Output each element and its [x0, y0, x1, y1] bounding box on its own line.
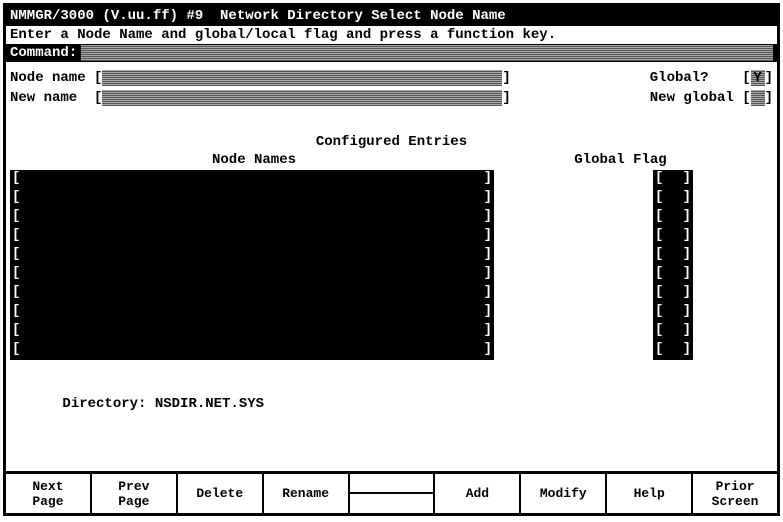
entry-row: [] []	[10, 303, 773, 322]
entry-row: [] []	[10, 170, 773, 189]
entry-name-cell[interactable]: []	[10, 303, 494, 322]
entry-flag-cell[interactable]: []	[653, 246, 693, 265]
new-global-input[interactable]	[751, 90, 765, 106]
column-headers: Node Names Global Flag	[10, 152, 773, 168]
entry-flag-cell[interactable]: []	[653, 189, 693, 208]
fkey-delete[interactable]: Delete	[178, 474, 264, 513]
global-input[interactable]: Y	[751, 70, 765, 86]
app-frame: NMMGR/3000 (V.uu.ff) #9 Network Director…	[3, 3, 780, 516]
entry-flag-cell[interactable]: []	[653, 227, 693, 246]
entry-flag-cell[interactable]: []	[653, 265, 693, 284]
entry-flag-cell[interactable]: []	[653, 303, 693, 322]
entry-name-cell[interactable]: []	[10, 341, 494, 360]
command-input[interactable]	[81, 45, 773, 61]
node-name-label: Node name	[10, 70, 94, 86]
function-key-bar: Next Page Prev Page Delete Rename Add Mo…	[6, 471, 777, 513]
entry-flag-cell[interactable]: []	[653, 284, 693, 303]
entry-row: [] []	[10, 227, 773, 246]
col-global-flag: Global Flag	[498, 152, 773, 168]
instruction-line: Enter a Node Name and global/local flag …	[6, 26, 777, 44]
directory-value: NSDIR.NET.SYS	[155, 396, 264, 412]
new-global-label: New global	[650, 90, 742, 106]
fkey-blank[interactable]	[350, 474, 436, 513]
entry-row: [] []	[10, 246, 773, 265]
fkey-help[interactable]: Help	[607, 474, 693, 513]
entry-name-cell[interactable]: []	[10, 246, 494, 265]
entry-row: [] []	[10, 265, 773, 284]
fkey-modify[interactable]: Modify	[521, 474, 607, 513]
entry-row: [] []	[10, 189, 773, 208]
directory-line: Directory: NSDIR.NET.SYS	[10, 380, 773, 428]
directory-label: Directory:	[62, 396, 154, 412]
fkey-rename[interactable]: Rename	[264, 474, 350, 513]
entry-row: [] []	[10, 322, 773, 341]
configured-entries-title: Configured Entries	[10, 134, 773, 150]
entry-name-cell[interactable]: []	[10, 227, 494, 246]
entry-flag-cell[interactable]: []	[653, 322, 693, 341]
entry-row: [] []	[10, 208, 773, 227]
entry-name-cell[interactable]: []	[10, 265, 494, 284]
entry-name-cell[interactable]: []	[10, 208, 494, 227]
fkey-prev-page[interactable]: Prev Page	[92, 474, 178, 513]
entry-flag-cell[interactable]: []	[653, 341, 693, 360]
entry-row: [] []	[10, 341, 773, 360]
global-label: Global?	[650, 70, 742, 86]
command-label: Command:	[10, 45, 77, 61]
entry-name-cell[interactable]: []	[10, 322, 494, 341]
fkey-prior-screen[interactable]: Prior Screen	[693, 474, 777, 513]
fkey-add[interactable]: Add	[435, 474, 521, 513]
col-node-names: Node Names	[10, 152, 498, 168]
entries-list: [][][][][][][][][][][][][][][][][][][][]	[10, 170, 773, 360]
entry-flag-cell[interactable]: []	[653, 208, 693, 227]
entry-name-cell[interactable]: []	[10, 284, 494, 303]
new-name-label: New name	[10, 90, 94, 106]
entry-row: [] []	[10, 284, 773, 303]
command-line: Command:	[6, 44, 777, 62]
entry-name-cell[interactable]: []	[10, 189, 494, 208]
form-body: Node name [ ] Global? [ Y ] New name [ ]…	[6, 62, 777, 471]
new-name-input[interactable]	[102, 90, 502, 106]
entry-name-cell[interactable]: []	[10, 170, 494, 189]
entry-flag-cell[interactable]: []	[653, 170, 693, 189]
node-name-input[interactable]	[102, 70, 502, 86]
fkey-next-page[interactable]: Next Page	[6, 474, 92, 513]
title-bar: NMMGR/3000 (V.uu.ff) #9 Network Director…	[6, 6, 777, 26]
